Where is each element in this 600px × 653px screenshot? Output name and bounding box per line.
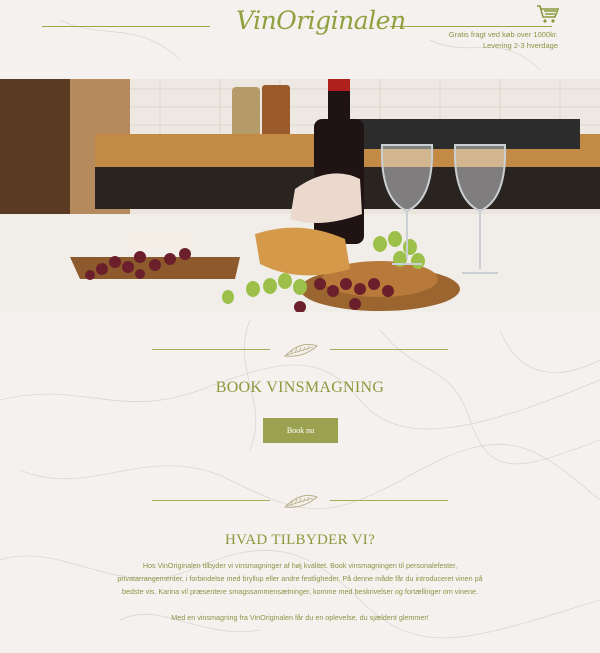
feather-leaf-icon — [283, 494, 318, 508]
offer-description: Hos VinOriginalen tilbyder vi vinsmagnin… — [90, 559, 510, 598]
divider-line-right — [330, 500, 448, 501]
shipping-delivery-text: Levering 2-3 hverdage — [482, 41, 558, 50]
shipping-free-text: Gratis fragt ved køb over 1000kr. — [448, 30, 558, 39]
divider-line-left — [152, 349, 270, 350]
divider-line-right — [330, 349, 448, 350]
section-divider-offer — [150, 493, 450, 509]
offer-description-line: bedste vis. Karina vil præsentere smagss… — [122, 587, 478, 596]
offer-tagline: Med en vinsmagning fra VinOriginalen får… — [171, 613, 429, 622]
header-line-left — [42, 26, 210, 27]
book-section-title: BOOK VINSMAGNING — [215, 379, 385, 396]
site-header: VinOriginalen Gratis fragt ved køb over … — [0, 0, 600, 78]
offer-section-title: HVAD TILBYDER VI? — [224, 532, 376, 548]
hero-image — [0, 79, 600, 312]
header-line-right — [390, 26, 552, 27]
offer-description-line: Hos VinOriginalen tilbyder vi vinsmagnin… — [142, 561, 458, 570]
shipping-info: Gratis fragt ved køb over 1000kr. Leveri… — [449, 29, 558, 51]
shopping-cart-icon[interactable] — [536, 4, 560, 24]
book-now-button[interactable]: Book nu — [263, 418, 338, 443]
site-logo[interactable]: VinOriginalen — [236, 6, 406, 35]
section-divider-book — [150, 342, 450, 358]
divider-line-left — [152, 500, 270, 501]
offer-description-line: privatarrangementer, i forbindelse med b… — [117, 574, 483, 583]
feather-leaf-icon — [283, 343, 318, 357]
